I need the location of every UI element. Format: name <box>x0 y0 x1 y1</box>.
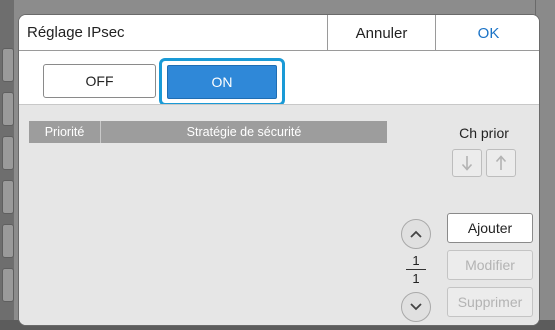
page-total: 1 <box>412 271 420 286</box>
background-tab <box>2 48 14 82</box>
background-tab <box>2 180 14 214</box>
arrow-down-icon <box>461 156 473 171</box>
add-button[interactable]: Ajouter <box>447 213 533 243</box>
page-current: 1 <box>412 253 420 268</box>
background-tab <box>2 92 14 126</box>
policy-content-area: Priorité Stratégie de sécurité Ch prior … <box>19 104 539 325</box>
column-header-priority[interactable]: Priorité <box>29 121 101 143</box>
scroll-up-button[interactable] <box>401 219 431 249</box>
ipsec-settings-dialog: Réglage IPsec Annuler OK OFF ON Priorité… <box>18 14 540 326</box>
change-priority-label: Ch prior <box>459 125 509 141</box>
toggle-on-button[interactable]: ON <box>167 65 277 99</box>
background-tab <box>2 136 14 170</box>
ipsec-toggle-group: OFF ON <box>19 52 539 106</box>
chevron-down-icon <box>410 303 422 311</box>
priority-down-button[interactable] <box>452 149 482 177</box>
dialog-titlebar: Réglage IPsec Annuler OK <box>19 15 539 51</box>
toggle-off-button[interactable]: OFF <box>43 64 156 98</box>
background-tab <box>2 224 14 258</box>
arrow-up-icon <box>495 155 507 170</box>
scroll-down-button[interactable] <box>401 292 431 322</box>
priority-up-button[interactable] <box>486 149 516 177</box>
modify-button[interactable]: Modifier <box>447 250 533 280</box>
policy-table-header: Priorité Stratégie de sécurité <box>29 121 387 143</box>
column-header-security-policy[interactable]: Stratégie de sécurité <box>101 121 387 143</box>
page-indicator: 1 1 <box>403 253 429 286</box>
ok-button[interactable]: OK <box>435 15 539 51</box>
delete-button[interactable]: Supprimer <box>447 287 533 317</box>
cancel-button[interactable]: Annuler <box>327 15 435 51</box>
toggle-on-focus-ring: ON <box>159 58 285 106</box>
chevron-up-icon <box>410 230 422 238</box>
background-tab <box>2 268 14 302</box>
dialog-title: Réglage IPsec <box>27 24 125 41</box>
page-divider <box>406 269 426 270</box>
